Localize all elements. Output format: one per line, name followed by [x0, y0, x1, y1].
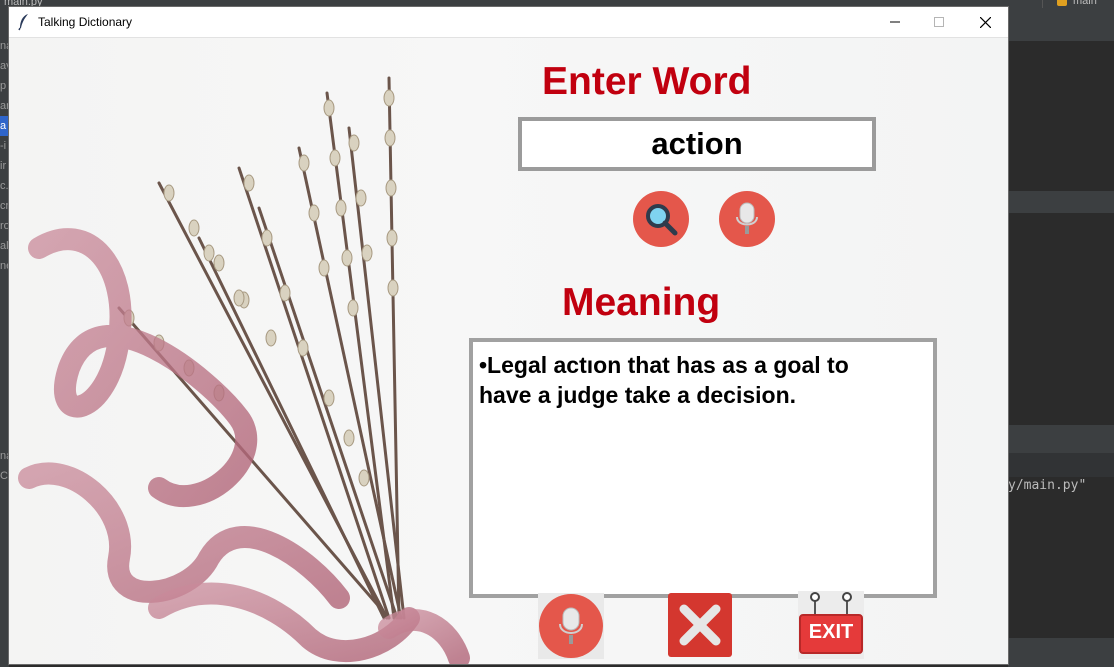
clear-button[interactable] — [668, 593, 732, 657]
willow-ribbon-background-image — [18, 76, 470, 664]
word-input[interactable] — [522, 121, 872, 167]
close-button[interactable] — [962, 7, 1008, 37]
word-entry-frame — [518, 117, 876, 171]
meaning-text-area[interactable]: •Legal actıon that has as a goal to have… — [469, 338, 937, 598]
ide-status-bar — [1008, 638, 1114, 667]
minimize-button[interactable] — [872, 7, 918, 37]
ide-run-header — [1008, 425, 1114, 453]
microphone-icon — [736, 202, 758, 234]
ide-tree-item[interactable]: a — [0, 116, 9, 136]
ide-tree-item[interactable]: al — [0, 236, 9, 256]
ide-tree-item[interactable]: ar — [0, 96, 9, 116]
ide-panel-header — [1008, 191, 1114, 213]
x-icon — [679, 604, 721, 646]
ide-tree-item[interactable]: -i — [0, 136, 9, 156]
enter-word-heading: Enter Word — [542, 60, 752, 103]
exit-button[interactable]: EXIT — [798, 591, 864, 659]
voice-input-button[interactable] — [719, 191, 775, 247]
meaning-heading: Meaning — [562, 281, 721, 324]
ide-tree-item[interactable]: na — [0, 36, 9, 56]
window-title: Talking Dictionary — [38, 15, 133, 29]
maximize-icon — [934, 17, 944, 27]
meaning-text: •Legal actıon that has as a goal to have… — [479, 352, 849, 408]
ide-run-tabs — [1008, 453, 1114, 477]
ide-console-output: y/main.py" — [1008, 478, 1087, 493]
ide-tree-item[interactable]: cr — [0, 196, 9, 216]
speak-meaning-button[interactable] — [538, 593, 604, 659]
ide-branch-label: main — [1073, 0, 1097, 7]
app-content: Enter Word Meaning •Legal actıon that ha… — [9, 38, 1008, 664]
microphone-icon — [559, 607, 583, 644]
maximize-button[interactable] — [916, 7, 962, 37]
close-icon — [979, 16, 991, 28]
ide-toolbar — [1008, 8, 1114, 41]
ide-editor-area: y/main.py" — [1008, 8, 1114, 667]
ide-tree-item[interactable]: p — [0, 76, 9, 96]
feather-icon — [18, 14, 28, 31]
ide-tree-item[interactable]: c. — [0, 176, 9, 196]
ide-run-tab[interactable]: na — [0, 446, 9, 466]
minimize-icon — [890, 21, 900, 23]
ide-tree-item[interactable]: ir — [0, 156, 9, 176]
search-button[interactable] — [633, 191, 689, 247]
ide-console-line: C — [0, 470, 8, 482]
exit-label: EXIT — [808, 621, 854, 643]
title-bar[interactable]: Talking Dictionary — [9, 7, 1008, 38]
speak-button-circle — [539, 594, 603, 658]
ide-tree-item[interactable]: ro — [0, 216, 9, 236]
git-branch-icon — [1057, 0, 1067, 6]
ide-tree-item[interactable]: ne — [0, 256, 9, 276]
ide-project-panel: na av p ar a -i ir c. cr ro al ne na C — [0, 8, 9, 667]
talking-dictionary-window: Talking Dictionary Enter Word action Mea… — [9, 7, 1008, 664]
magnifier-icon — [646, 204, 678, 236]
ide-tree-item[interactable]: av — [0, 56, 9, 76]
